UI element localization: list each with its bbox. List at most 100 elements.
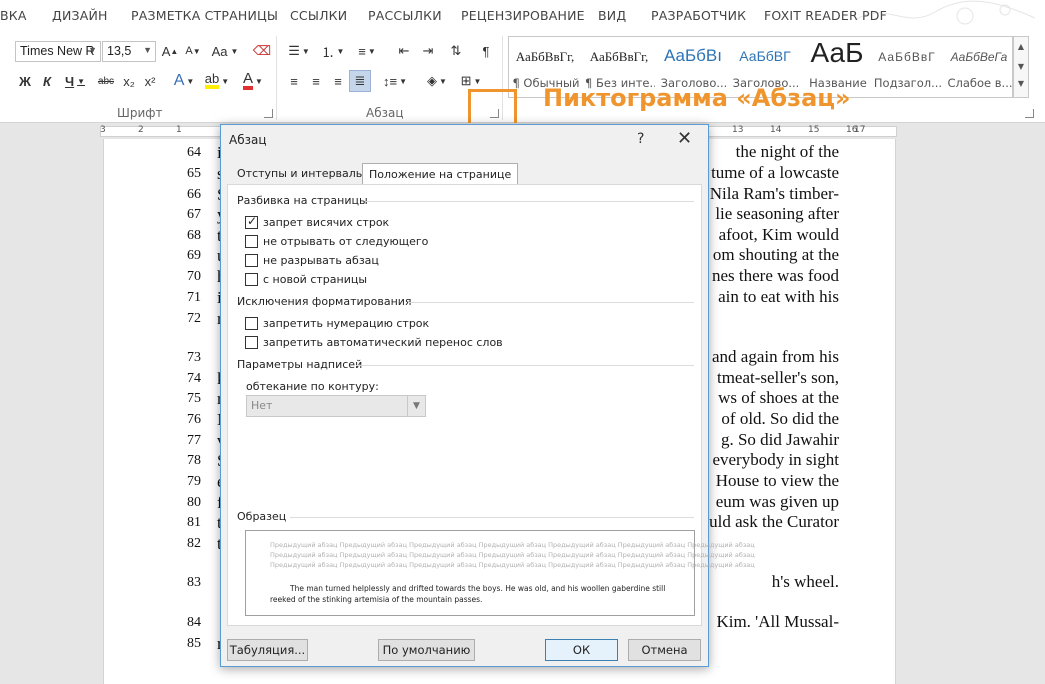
close-button[interactable]: ✕: [677, 128, 692, 149]
align-left-button[interactable]: ≡: [284, 70, 304, 92]
font-group-label: Шрифт: [117, 106, 163, 120]
tab-mailings[interactable]: РАССЫЛКИ: [368, 8, 442, 23]
checkbox[interactable]: [245, 316, 258, 330]
style-subtitle[interactable]: АаБбВвГ Подзагол...: [871, 37, 943, 97]
chevron-down-icon[interactable]: ▼: [1014, 57, 1028, 77]
ok-button[interactable]: ОК: [545, 639, 618, 661]
checkbox[interactable]: [245, 335, 258, 349]
tab-line-page-breaks[interactable]: Положение на странице: [362, 163, 519, 185]
font-color-button[interactable]: A ▼: [238, 70, 268, 92]
tab-layout[interactable]: РАЗМЕТКА СТРАНИЦЫ: [131, 8, 278, 23]
style-subtle-emphasis[interactable]: АаБбВеГа Слабое в...: [943, 37, 1015, 97]
style-preview: АаБбВеГа: [950, 50, 1008, 64]
multilevel-list-button[interactable]: ≡ ▼: [352, 40, 382, 62]
align-right-button[interactable]: ≡: [328, 70, 348, 92]
chevron-down-icon: ▼: [88, 45, 97, 55]
preview-prev-text: Предыдущий абзац Предыдущий абзац Предыд…: [270, 541, 755, 549]
font-dialog-launcher-icon[interactable]: [264, 109, 273, 118]
subscript-button[interactable]: x₂: [120, 70, 138, 92]
tab-view[interactable]: ВИД: [598, 8, 626, 23]
italic-button[interactable]: К: [38, 70, 56, 92]
line-number: 81: [187, 515, 201, 530]
numbering-button[interactable]: ⒈ ▼: [318, 40, 348, 62]
text-line: of old. So did the: [721, 409, 839, 428]
grow-font-button[interactable]: A ▲: [160, 40, 180, 62]
bold-button[interactable]: Ж: [16, 70, 34, 92]
grow-font-label: A: [161, 43, 171, 59]
chevron-up-icon[interactable]: ▲: [1014, 37, 1028, 57]
justify-button[interactable]: ≣: [349, 70, 371, 92]
cancel-button[interactable]: Отмена: [628, 639, 701, 661]
clear-formatting-button[interactable]: ⌫: [252, 40, 272, 62]
highlight-button[interactable]: ab ▼: [202, 70, 232, 92]
ribbon-tabs: ВКА ДИЗАЙН РАЗМЕТКА СТРАНИЦЫ ССЫЛКИ РАСС…: [0, 0, 1045, 32]
styles-scroll[interactable]: ▲ ▼ ▼: [1013, 36, 1029, 98]
ruler-mark: 3: [100, 125, 106, 135]
set-default-button[interactable]: По умолчанию: [378, 639, 475, 661]
line-number: 82: [187, 536, 201, 551]
decrease-indent-button[interactable]: ⇤: [394, 40, 414, 62]
tab-design[interactable]: ДИЗАЙН: [52, 8, 108, 23]
checkbox[interactable]: [245, 234, 258, 248]
tabs-button[interactable]: Табуляция...: [227, 639, 308, 661]
shrink-font-button[interactable]: A ▼: [183, 40, 203, 62]
option-label: запрет висячих строк: [263, 215, 390, 229]
section-sample-title: Образец: [237, 510, 287, 523]
align-left-icon: ≡: [290, 73, 298, 89]
ruler-mark: 17: [854, 125, 866, 135]
font-name-value: Times New R: [20, 44, 95, 58]
superscript-button[interactable]: x²: [141, 70, 159, 92]
tab-review[interactable]: РЕЦЕНЗИРОВАНИЕ: [461, 8, 585, 23]
option-keep-lines-together[interactable]: не разрывать абзац: [245, 252, 379, 268]
more-styles-icon[interactable]: ▼: [1014, 77, 1028, 91]
group-separator: [276, 36, 277, 120]
text-line: afoot, Kim would: [718, 225, 839, 244]
shrink-font-label: A: [185, 45, 193, 57]
text-line: tmeat-seller's son,: [716, 368, 839, 387]
align-center-button[interactable]: ≡: [306, 70, 326, 92]
increase-indent-button[interactable]: ⇥: [418, 40, 438, 62]
line-number: 70: [187, 269, 201, 284]
change-case-button[interactable]: Aa ▼: [208, 40, 242, 62]
font-size-combo[interactable]: 13,5 ▼: [102, 41, 156, 62]
increase-indent-icon: ⇥: [422, 43, 434, 58]
option-widow-control[interactable]: запрет висячих строк: [245, 214, 389, 230]
sort-button[interactable]: ⇅: [446, 40, 466, 62]
paint-bucket-icon: ◈: [427, 73, 438, 88]
ribbon: ВКА ДИЗАЙН РАЗМЕТКА СТРАНИЦЫ ССЫЛКИ РАСС…: [0, 0, 1045, 123]
tab-references[interactable]: ССЫЛКИ: [290, 8, 347, 23]
styles-dialog-launcher-icon[interactable]: [1025, 109, 1034, 118]
text-effects-button[interactable]: A ▼: [170, 70, 198, 92]
annotation-label: Пиктограмма «Абзац»: [543, 84, 851, 112]
underline-label: Ч: [64, 73, 75, 89]
option-keep-with-next[interactable]: не отрывать от следующего: [245, 233, 428, 249]
underline-button[interactable]: Ч ▼: [60, 70, 90, 92]
checkbox[interactable]: [245, 253, 258, 267]
style-name: Подзагол...: [873, 76, 943, 90]
text-effects-icon: A: [173, 72, 185, 89]
option-dont-hyphenate[interactable]: запретить автоматический перенос слов: [245, 334, 503, 350]
checkbox-checked[interactable]: [245, 214, 258, 229]
strikethrough-button[interactable]: abc: [95, 70, 117, 92]
tab-developer[interactable]: РАЗРАБОТЧИК: [651, 8, 746, 23]
option-page-break-before[interactable]: с новой страницы: [245, 271, 367, 287]
tab-insert[interactable]: ВКА: [0, 8, 27, 23]
dialog-title: Абзац: [229, 133, 267, 147]
bullets-button[interactable]: ☰ ▼: [284, 40, 314, 62]
tab-indents-spacing[interactable]: Отступы и интервалы: [231, 165, 371, 184]
decrease-indent-icon: ⇤: [398, 43, 410, 58]
line-number: 68: [187, 228, 201, 243]
show-marks-button[interactable]: ¶: [476, 40, 496, 62]
tab-panel: Разбивка на страницы запрет висячих стро…: [227, 184, 755, 626]
checkbox[interactable]: [245, 272, 258, 286]
line-spacing-icon: ↕≡: [382, 73, 398, 89]
line-spacing-button[interactable]: ↕≡ ▼: [380, 70, 410, 92]
shading-button[interactable]: ◈ ▼: [422, 70, 452, 92]
help-button[interactable]: ?: [637, 131, 644, 147]
line-number: 74: [187, 371, 201, 386]
chevron-down-icon: ▼: [143, 45, 152, 55]
wrap-select[interactable]: Нет ▼: [246, 395, 426, 417]
text-line: h's wheel.: [771, 572, 839, 591]
option-suppress-line-numbers[interactable]: запретить нумерацию строк: [245, 315, 429, 331]
font-name-combo[interactable]: Times New R ▼: [15, 41, 101, 62]
